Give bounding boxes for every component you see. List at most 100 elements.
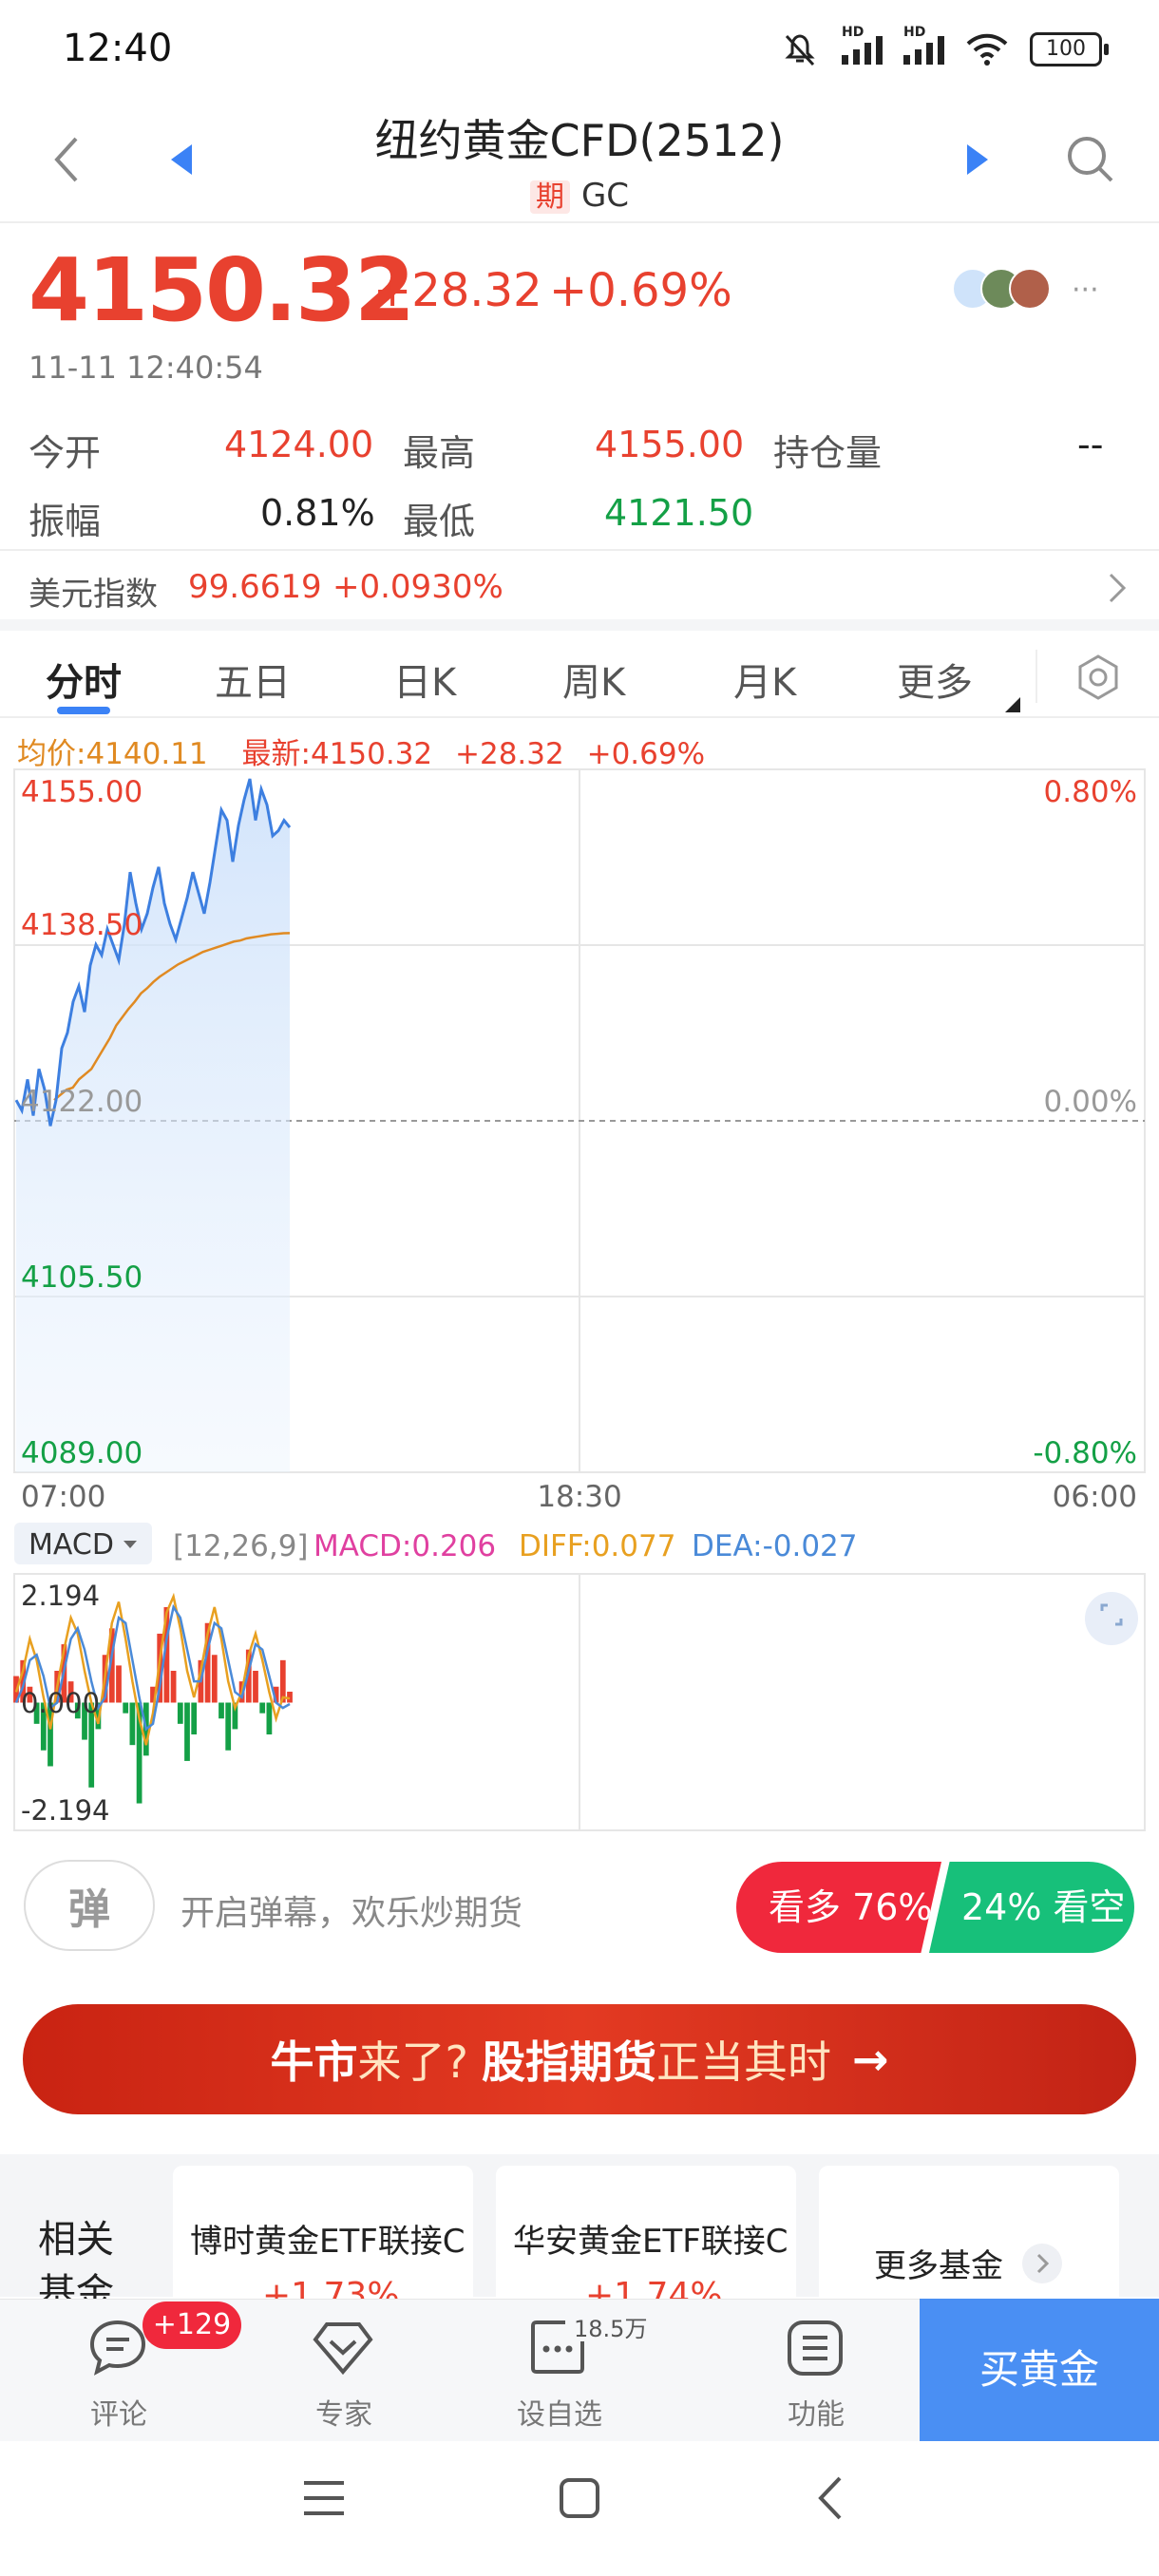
low-value: 4121.50: [604, 492, 754, 534]
diamond-icon: [313, 2322, 373, 2376]
bull-vote-button[interactable]: 看多 76%: [736, 1862, 941, 1953]
home-icon[interactable]: [559, 2477, 600, 2519]
y-tick-pct-label: -0.80%: [1033, 1436, 1137, 1470]
danmu-prompt[interactable]: 开启弹幕，欢乐炒期货: [180, 1885, 522, 1935]
expert-label: 专家: [315, 2398, 372, 2432]
oi-label: 持仓量: [773, 432, 883, 474]
expert-tab[interactable]: 专家: [277, 2300, 410, 2442]
dropdown-corner-icon: [1005, 697, 1020, 712]
macd-bar: [191, 1702, 198, 1735]
fund-name: 博时黄金ETF联接C: [190, 2223, 466, 2261]
page-subtitle: 期 GC: [0, 173, 1159, 215]
macd-params: [12,26,9]: [173, 1529, 309, 1563]
chevron-right-icon: [1022, 2244, 1062, 2283]
macd-bar: [170, 1670, 177, 1703]
function-label: 功能: [788, 2398, 845, 2432]
macd-bar: [211, 1655, 218, 1703]
macd-bar: [253, 1670, 258, 1703]
macd-bar: [266, 1702, 273, 1735]
back-nav-icon[interactable]: [815, 2475, 844, 2521]
fund-card[interactable]: 博时黄金ETF联接C +1.73%: [173, 2166, 473, 2315]
dollar-index-row[interactable]: 美元指数 99.6619 +0.0930%: [0, 549, 1159, 631]
y-tick-label: 4138.50: [21, 908, 142, 942]
y-tick-label: 4089.00: [21, 1436, 142, 1470]
macd-bar: [225, 1702, 232, 1751]
function-tab[interactable]: 功能: [750, 2300, 883, 2442]
buy-gold-button[interactable]: 买黄金: [920, 2299, 1159, 2441]
signal-icon: HD: [842, 25, 883, 65]
comment-count-badge: +129: [142, 2301, 241, 2349]
macd-y-tick: 0.000: [21, 1687, 100, 1719]
fund-name: 华安黄金ETF联接C: [513, 2223, 788, 2261]
dollar-index-value: 99.6619: [188, 568, 322, 606]
system-nav-bar: [0, 2441, 1159, 2576]
menu-icon[interactable]: [302, 2479, 346, 2517]
more-funds-label: 更多基金: [874, 2247, 1003, 2285]
status-time: 12:40: [63, 27, 173, 70]
period-tabs: 分时 五日 日K 周K 月K 更多: [0, 638, 1159, 718]
quote-time: 11-11 12:40:54: [28, 350, 263, 386]
diff-value: DIFF:0.077: [519, 1529, 675, 1563]
tab-weekly-k[interactable]: 周K: [562, 652, 625, 707]
more-funds-button[interactable]: 更多基金: [819, 2166, 1119, 2308]
status-bar: 12:40 HD HD 100: [0, 0, 1159, 95]
y-tick-label: 4105.50: [21, 1260, 142, 1295]
high-label: 最高: [403, 432, 476, 474]
macd-bar: [123, 1702, 129, 1714]
low-label: 最低: [403, 501, 476, 542]
wifi-icon: [966, 33, 1008, 66]
user-avatars[interactable]: [952, 268, 1051, 310]
bear-vote-button[interactable]: 24% 看空: [929, 1862, 1134, 1953]
mute-icon: [785, 34, 815, 66]
macd-bar: [259, 1702, 266, 1714]
settings-icon[interactable]: [1075, 653, 1121, 701]
macd-y-tick: 2.194: [21, 1580, 100, 1612]
amp-label: 振幅: [28, 501, 102, 542]
danmu-icon: 弹: [68, 1885, 110, 1934]
y-tick-pct-label: 0.80%: [1044, 775, 1137, 809]
expand-button[interactable]: [1085, 1592, 1138, 1645]
open-label: 今开: [28, 432, 102, 474]
macd-bar: [184, 1702, 190, 1761]
macd-bar: [218, 1702, 224, 1719]
promo-banner[interactable]: 牛市 来了? 股指期货 正当其时 →: [23, 2004, 1136, 2114]
comment-icon: [89, 2320, 146, 2376]
dollar-index-change: +0.0930%: [332, 568, 504, 606]
danmu-toggle-button[interactable]: 弹: [24, 1860, 155, 1951]
active-tab-indicator: [57, 707, 110, 714]
contract-code: GC: [580, 177, 630, 215]
tab-monthly-k[interactable]: 月K: [733, 652, 796, 707]
tab-daily-k[interactable]: 日K: [393, 652, 456, 707]
x-tick-label: 18:30: [537, 1480, 621, 1514]
x-tick-label: 06:00: [1053, 1480, 1137, 1514]
watch-count: 18.5万: [574, 2316, 648, 2342]
futures-tag: 期: [529, 180, 570, 214]
macd-value: MACD:0.206: [314, 1529, 496, 1563]
high-value: 4155.00: [595, 424, 745, 465]
price-change-pct: +0.69%: [549, 264, 732, 317]
banner-text-4: 正当其时: [656, 2036, 831, 2088]
arrow-right-icon: →: [851, 2034, 889, 2085]
banner-text-1: 牛市: [270, 2036, 358, 2088]
nav-bar: 纽约黄金CFD(2512) 期 GC: [0, 95, 1159, 223]
more-icon[interactable]: ···: [1072, 274, 1099, 307]
battery-icon: 100: [1030, 32, 1109, 66]
avatar: [1009, 268, 1051, 310]
amp-value: 0.81%: [260, 492, 375, 534]
tab-intraday[interactable]: 分时: [46, 652, 122, 707]
tab-more[interactable]: 更多: [897, 652, 973, 707]
macd-bar: [177, 1702, 183, 1724]
dea-value: DEA:-0.027: [692, 1529, 858, 1563]
y-tick-label: 4155.00: [21, 775, 142, 809]
tab-five-day[interactable]: 五日: [215, 652, 291, 707]
open-value: 4124.00: [224, 424, 374, 465]
intraday-chart[interactable]: 4155.00 4138.50 4122.00 4105.50 4089.00 …: [0, 760, 1159, 1843]
search-icon[interactable]: [1066, 135, 1115, 184]
status-icons: HD HD 100: [779, 25, 1109, 70]
y-tick-label: 4122.00: [21, 1085, 142, 1119]
y-tick-pct-label: 0.00%: [1044, 1085, 1137, 1119]
macd-bar: [129, 1702, 136, 1746]
fund-card[interactable]: 华安黄金ETF联接C +1.74%: [496, 2166, 796, 2315]
next-contract-icon[interactable]: [965, 144, 990, 175]
last-price: 4150.32: [28, 239, 415, 341]
